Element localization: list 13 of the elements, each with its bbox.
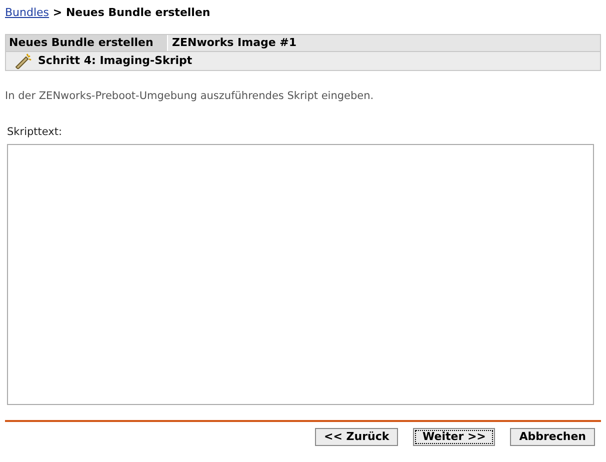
field-label: Skripttext: <box>7 126 64 140</box>
step-title: Schritt 4: Imaging-Skript <box>38 54 192 68</box>
header-title: Neues Bundle erstellen <box>6 35 168 52</box>
wizard-button[interactable]: Weiter >> <box>413 428 496 446</box>
header-value: ZENworks Image #1 <box>171 35 298 51</box>
description-text: In der ZENworks-Preboot-Umgebung auszuführendes Skript eingeben. <box>5 90 375 104</box>
wizard-button[interactable]: Abbrechen <box>510 428 595 446</box>
breadcrumb-separator: > <box>52 6 62 19</box>
wand-icon <box>14 53 32 70</box>
wizard-button[interactable]: << Zurück <box>315 428 398 446</box>
breadcrumb-link[interactable]: Bundles <box>5 6 50 19</box>
script-textarea[interactable] <box>7 144 594 405</box>
breadcrumb-current: Neues Bundle erstellen <box>66 6 210 19</box>
